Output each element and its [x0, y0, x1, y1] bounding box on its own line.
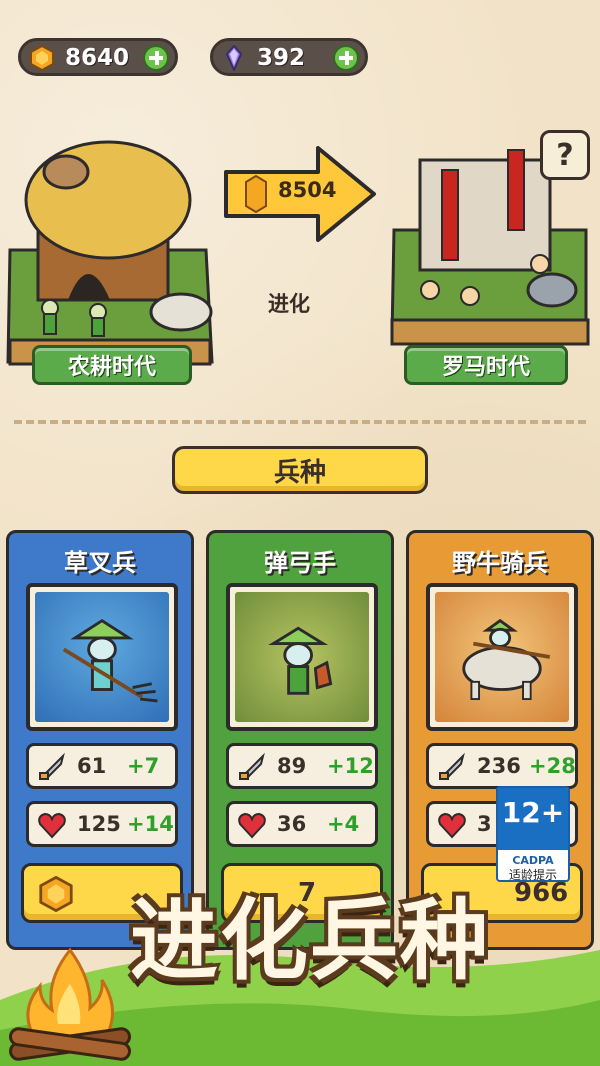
- divider: [14, 420, 586, 424]
- coin-amount: 8640: [65, 45, 130, 71]
- current-era-illustration: [6, 140, 214, 366]
- sword-icon: [439, 752, 465, 780]
- add-coins-button[interactable]: [143, 45, 169, 71]
- slingshot-soldier-icon: [268, 626, 333, 695]
- pitchfork-soldier-icon: [62, 618, 158, 703]
- attack-value: 236: [477, 754, 521, 778]
- gem-icon: [225, 45, 243, 71]
- heart-icon: [38, 812, 66, 839]
- heart-icon: [238, 812, 266, 839]
- unit-name: 草叉兵: [64, 549, 136, 577]
- hp-value: 36: [277, 812, 307, 836]
- unit-portrait: [426, 583, 578, 731]
- add-gems-button[interactable]: [333, 45, 359, 71]
- promo-banner: 进化兵种: [129, 889, 490, 992]
- help-button[interactable]: ?: [540, 130, 590, 180]
- evolve-cost-arrow[interactable]: 8504: [222, 146, 378, 242]
- age-rating-top: 12+: [498, 788, 568, 850]
- attack-stat: 89 +12: [226, 743, 378, 789]
- sword-icon: [39, 752, 65, 780]
- coin-icon: [39, 876, 73, 912]
- age-rating-number: 12+: [501, 796, 565, 829]
- hp-value: 125: [77, 812, 121, 836]
- unit-name: 弹弓手: [264, 549, 336, 577]
- yak-rider-icon: [462, 618, 551, 701]
- hp-bonus: +14: [127, 812, 174, 836]
- heart-icon: [438, 812, 466, 839]
- attack-value: 89: [277, 754, 307, 778]
- sword-icon: [239, 752, 265, 780]
- gem-amount: 392: [257, 45, 306, 71]
- evolve-label: 进化: [268, 292, 310, 316]
- gem-counter: 392: [210, 38, 368, 76]
- unit-portrait: [226, 583, 378, 731]
- evolve-cost: 8504: [278, 178, 337, 202]
- attack-stat: 236 +28: [426, 743, 578, 789]
- attack-bonus: +7: [127, 754, 160, 778]
- coin-icon: [30, 45, 54, 71]
- age-rating-badge: 12+ CADPA 适龄提示: [496, 786, 570, 882]
- attack-stat: 61 +7: [26, 743, 178, 789]
- coin-counter: 8640: [18, 38, 178, 76]
- current-era-label: 农耕时代: [32, 345, 192, 385]
- hp-value: 3: [477, 812, 492, 836]
- attack-bonus: +12: [327, 754, 374, 778]
- hp-bonus: +4: [327, 812, 360, 836]
- hp-stat: 125 +14: [26, 801, 178, 847]
- hp-stat: 36 +4: [226, 801, 378, 847]
- unit-name: 野牛骑兵: [452, 549, 548, 577]
- next-era-label: 罗马时代: [404, 345, 568, 385]
- unit-portrait: [26, 583, 178, 731]
- attack-bonus: +28: [529, 754, 576, 778]
- unit-section-title: 兵种: [172, 446, 428, 494]
- attack-value: 61: [77, 754, 107, 778]
